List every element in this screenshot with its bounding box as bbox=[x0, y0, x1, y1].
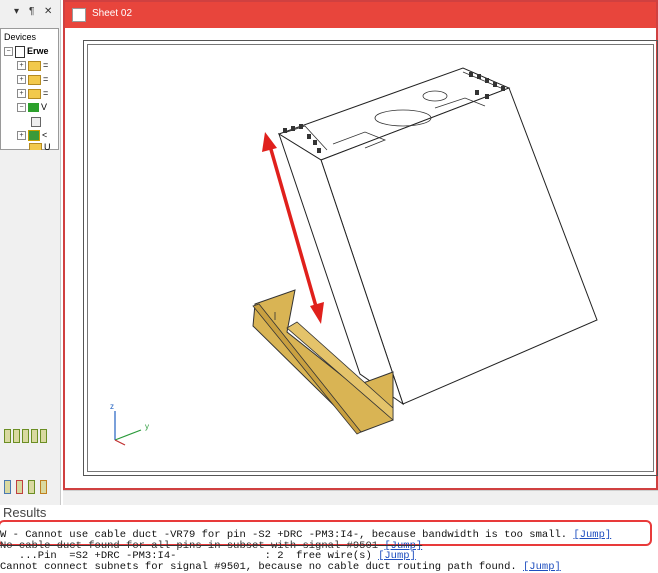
collapse-icon[interactable]: − bbox=[4, 47, 13, 57]
toolbar-icon[interactable] bbox=[4, 480, 11, 494]
component-icon bbox=[31, 116, 41, 127]
folder-icon bbox=[28, 74, 41, 85]
jump-link[interactable]: [Jump] bbox=[573, 529, 611, 541]
expand-icon[interactable]: + bbox=[17, 89, 26, 99]
pin-icon[interactable]: ¶ bbox=[29, 6, 34, 18]
toolbar-icon[interactable] bbox=[13, 429, 20, 443]
sheet-icon bbox=[72, 8, 86, 22]
tree-item-label: = bbox=[43, 60, 49, 70]
folder-icon bbox=[28, 88, 41, 99]
document-icon bbox=[15, 45, 25, 58]
tree-item-device[interactable]: + < bbox=[17, 129, 48, 142]
devices-title: Devices bbox=[4, 32, 37, 42]
tree-item-folder[interactable]: + = bbox=[17, 73, 48, 85]
tree-item-label: < bbox=[42, 130, 48, 140]
expand-icon[interactable]: + bbox=[17, 61, 26, 71]
left-panel: ▾ ¶ ✕ Devices − Erwe + = + = + = − V + < U bbox=[0, 0, 61, 505]
tab-sheet[interactable]: Sheet 02 bbox=[65, 2, 656, 28]
tree-item-root[interactable]: − Erwe bbox=[4, 45, 49, 58]
result-line[interactable]: Cannot connect subnets for signal #9501,… bbox=[0, 561, 561, 573]
document-window: Sheet 02 z y bbox=[63, 0, 658, 490]
tree-item-label: = bbox=[43, 88, 49, 98]
results-list: W - Cannot use cable duct -VR79 for pin … bbox=[0, 524, 658, 573]
tree-item-sub[interactable] bbox=[31, 115, 41, 127]
drawing-canvas[interactable]: z y bbox=[65, 28, 658, 488]
device-icon bbox=[28, 130, 40, 142]
expand-icon[interactable]: + bbox=[17, 75, 26, 85]
close-icon[interactable]: ✕ bbox=[44, 6, 52, 18]
toolbar-icon[interactable] bbox=[31, 429, 38, 443]
dropdown-icon[interactable]: ▾ bbox=[14, 6, 19, 18]
jump-link[interactable]: [Jump] bbox=[523, 561, 561, 573]
expand-icon[interactable]: + bbox=[17, 131, 26, 141]
tree-item-label: Erwe bbox=[27, 46, 49, 56]
folder-icon bbox=[28, 60, 41, 71]
drawing-svg bbox=[114, 67, 598, 446]
tab-label: Sheet 02 bbox=[92, 8, 133, 19]
toolbar-icon[interactable] bbox=[4, 429, 11, 443]
tree-item-folder[interactable]: + = bbox=[17, 59, 48, 71]
collapse-icon[interactable]: − bbox=[17, 103, 26, 113]
toolbar-icon[interactable] bbox=[40, 480, 47, 494]
tree-item-device[interactable]: − V bbox=[17, 101, 47, 113]
devices-pane: Devices − Erwe + = + = + = − V + < U bbox=[0, 28, 59, 153]
lower-pane bbox=[0, 150, 59, 494]
y-axis-label: y bbox=[145, 422, 149, 431]
toolbar-icon[interactable] bbox=[16, 480, 23, 494]
tree-item-label: V bbox=[41, 102, 48, 112]
toolbar-icon[interactable] bbox=[28, 480, 35, 494]
axis-triad bbox=[114, 411, 142, 446]
toolbar-icon[interactable] bbox=[22, 429, 29, 443]
toolbar-icon[interactable] bbox=[40, 429, 47, 443]
z-axis-label: z bbox=[110, 402, 114, 411]
result-text: Cannot connect subnets for signal #9501,… bbox=[0, 561, 523, 573]
tree-item-label: = bbox=[43, 74, 49, 84]
results-title: Results bbox=[3, 505, 47, 520]
horizontal-scrollbar[interactable] bbox=[63, 490, 658, 505]
panel-header: ▾ ¶ ✕ bbox=[0, 0, 60, 24]
device-icon bbox=[28, 103, 39, 113]
tree-item-folder[interactable]: + = bbox=[17, 87, 48, 99]
